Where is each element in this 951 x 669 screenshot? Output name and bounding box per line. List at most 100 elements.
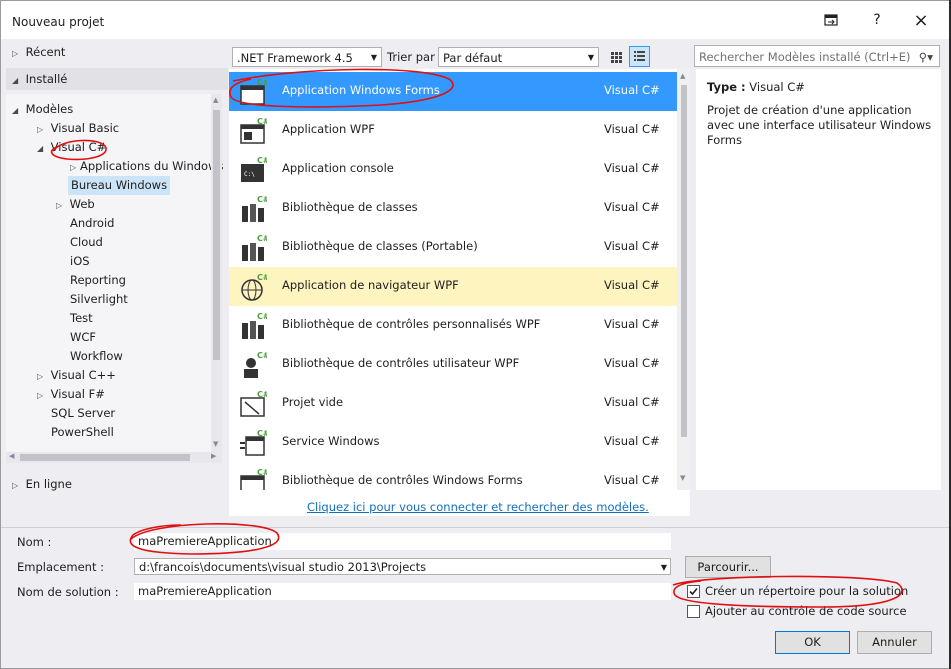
tree-scroll-thumb[interactable] xyxy=(213,110,220,360)
template-item[interactable]: C# Bibliothèque de contrôles personnalis… xyxy=(229,306,677,345)
scroll-down-icon[interactable]: ▼ xyxy=(680,474,685,482)
console-icon: C:\C# xyxy=(237,155,270,185)
svg-text:C#: C# xyxy=(257,273,267,282)
tree-node-visual-fsharp[interactable]: ▷ Visual F# xyxy=(37,385,105,404)
svg-text:C#: C# xyxy=(257,117,267,126)
tree-node-ios[interactable]: iOS xyxy=(70,252,90,271)
tree-node-test[interactable]: Test xyxy=(70,309,93,328)
browse-button[interactable]: Parcourir... xyxy=(685,556,771,578)
template-description: Projet de création d'une application ave… xyxy=(707,103,932,147)
custom-control-icon: C# xyxy=(237,311,270,341)
new-project-dialog: Nouveau projet ? × ▷ Récent ◢ Installé ◢… xyxy=(0,0,951,669)
tree-node-reporting[interactable]: Reporting xyxy=(70,271,126,290)
solution-label: Nom de solution : xyxy=(17,585,119,599)
template-scroll-thumb[interactable] xyxy=(681,85,687,437)
tree-node-bureau-windows[interactable]: Bureau Windows xyxy=(68,176,171,195)
tree-node-visual-csharp[interactable]: ◢ Visual C# xyxy=(37,138,106,157)
scroll-right-icon[interactable]: ▶ xyxy=(211,452,216,460)
template-item[interactable]: C# Bibliothèque de contrôles utilisateur… xyxy=(229,345,677,384)
class-library-icon: C# xyxy=(237,194,270,224)
ok-button[interactable]: OK xyxy=(775,631,850,654)
scroll-down-icon[interactable]: ▼ xyxy=(213,440,218,448)
solution-name-input[interactable]: maPremiereApplication xyxy=(134,583,671,600)
tree-horizontal-scrollbar[interactable]: ◀ ▶ xyxy=(6,452,222,463)
tree-node-cloud[interactable]: Cloud xyxy=(70,233,103,252)
template-tree: ▷ Récent ◢ Installé ◢ Modèles ▷ Visual B… xyxy=(6,39,228,516)
tree-node-powershell[interactable]: PowerShell xyxy=(51,423,114,442)
restore-icon[interactable] xyxy=(813,7,849,33)
tree-node-android[interactable]: Android xyxy=(70,214,114,233)
svg-text:C#: C# xyxy=(257,468,267,477)
template-item[interactable]: C# Bibliothèque de contrôles Windows For… xyxy=(229,462,677,490)
template-list: C# Application Windows Forms Visual C# C… xyxy=(229,69,677,490)
title-bar: Nouveau projet ? × xyxy=(1,1,950,39)
tree-node-web[interactable]: ▷ Web xyxy=(56,195,95,214)
tree-node-visual-cpp[interactable]: ▷ Visual C++ xyxy=(37,366,116,385)
tree-node-applications-windows[interactable]: ▷ Applications du Windows xyxy=(70,157,223,176)
winforms-control-icon: C# xyxy=(237,467,270,490)
source-control-label: Ajouter au contrôle de code source xyxy=(705,604,907,618)
svg-text:C:\: C:\ xyxy=(244,171,255,178)
tree-node-wcf[interactable]: WCF xyxy=(70,328,96,347)
template-item[interactable]: C# Bibliothèque de classes Visual C# xyxy=(229,189,677,228)
name-input[interactable]: maPremiereApplication xyxy=(134,533,671,550)
cancel-button[interactable]: Annuler xyxy=(857,631,932,654)
tree-node-online[interactable]: ▷ En ligne xyxy=(12,475,72,494)
tree-node-recent[interactable]: ▷ Récent xyxy=(12,43,65,62)
template-list-scrollbar[interactable]: ▲ ▼ xyxy=(678,69,690,490)
sort-select[interactable]: Par défaut ▼ xyxy=(438,47,599,67)
search-icon: ⚲▾ xyxy=(918,50,933,64)
location-combobox[interactable]: d:\francois\documents\visual studio 2013… xyxy=(134,558,671,575)
grid-view-icon[interactable] xyxy=(606,47,626,67)
type-label: Type : xyxy=(707,80,746,94)
help-button[interactable]: ? xyxy=(859,7,895,33)
svg-text:C#: C# xyxy=(257,390,267,399)
chevron-down-icon: ▼ xyxy=(370,53,377,62)
list-view-icon[interactable] xyxy=(629,46,650,67)
chevron-down-icon: ▼ xyxy=(660,563,667,572)
winforms-icon: C# xyxy=(237,77,270,107)
search-input[interactable]: Rechercher Modèles installé (Ctrl+E) ⚲▾ xyxy=(694,45,940,67)
location-label: Emplacement : xyxy=(17,560,105,574)
tree-node-sql-server[interactable]: SQL Server xyxy=(51,404,115,423)
tree-vertical-scrollbar[interactable]: ▲ ▼ xyxy=(211,94,222,452)
scroll-up-icon[interactable]: ▲ xyxy=(213,96,218,104)
template-item[interactable]: C# Service Windows Visual C# xyxy=(229,423,677,462)
framework-select[interactable]: .NET Framework 4.5 ▼ xyxy=(232,47,382,67)
svg-text:C#: C# xyxy=(257,156,267,165)
scroll-up-icon[interactable]: ▲ xyxy=(680,72,685,80)
svg-text:C#: C# xyxy=(257,234,267,243)
empty-project-icon: C# xyxy=(237,389,270,419)
template-item[interactable]: C# Application Windows Forms Visual C# xyxy=(229,72,677,111)
svg-text:C#: C# xyxy=(257,78,267,87)
tree-node-workflow[interactable]: Workflow xyxy=(70,347,123,366)
expand-arrow-icon: ▷ xyxy=(12,49,19,58)
svg-text:C#: C# xyxy=(257,351,267,360)
chevron-down-icon: ▼ xyxy=(587,53,594,62)
tree-node-installed[interactable]: ◢ Installé xyxy=(12,70,67,89)
template-item[interactable]: C# Bibliothèque de classes (Portable) Vi… xyxy=(229,228,677,267)
source-control-checkbox[interactable] xyxy=(687,605,700,618)
create-directory-label: Créer un répertoire pour la solution xyxy=(705,584,909,598)
browser-app-icon: C# xyxy=(237,272,270,302)
svg-text:C#: C# xyxy=(257,195,267,204)
template-item[interactable]: C:\C# Application console Visual C# xyxy=(229,150,677,189)
tree-node-modeles[interactable]: ◢ Modèles xyxy=(12,100,73,119)
user-control-icon: C# xyxy=(237,350,270,380)
template-item[interactable]: C# Application WPF Visual C# xyxy=(229,111,677,150)
tree-node-silverlight[interactable]: Silverlight xyxy=(70,290,128,309)
create-directory-checkbox[interactable] xyxy=(687,585,700,598)
svg-text:C#: C# xyxy=(257,429,267,438)
online-search-link[interactable]: Cliquez ici pour vous connecter et reche… xyxy=(307,500,649,514)
collapse-arrow-icon: ◢ xyxy=(12,76,19,85)
scroll-left-icon[interactable]: ◀ xyxy=(9,452,14,460)
name-label: Nom : xyxy=(17,535,52,549)
template-item[interactable]: C# Application de navigateur WPF Visual … xyxy=(229,267,677,306)
close-button[interactable]: × xyxy=(903,7,939,33)
svg-text:C#: C# xyxy=(257,312,267,321)
tree-hscroll-thumb[interactable] xyxy=(20,454,190,461)
portable-library-icon: C# xyxy=(237,233,270,263)
tree-node-visual-basic[interactable]: ▷ Visual Basic xyxy=(37,119,119,138)
template-item[interactable]: C# Projet vide Visual C# xyxy=(229,384,677,423)
windows-service-icon: C# xyxy=(237,428,270,458)
